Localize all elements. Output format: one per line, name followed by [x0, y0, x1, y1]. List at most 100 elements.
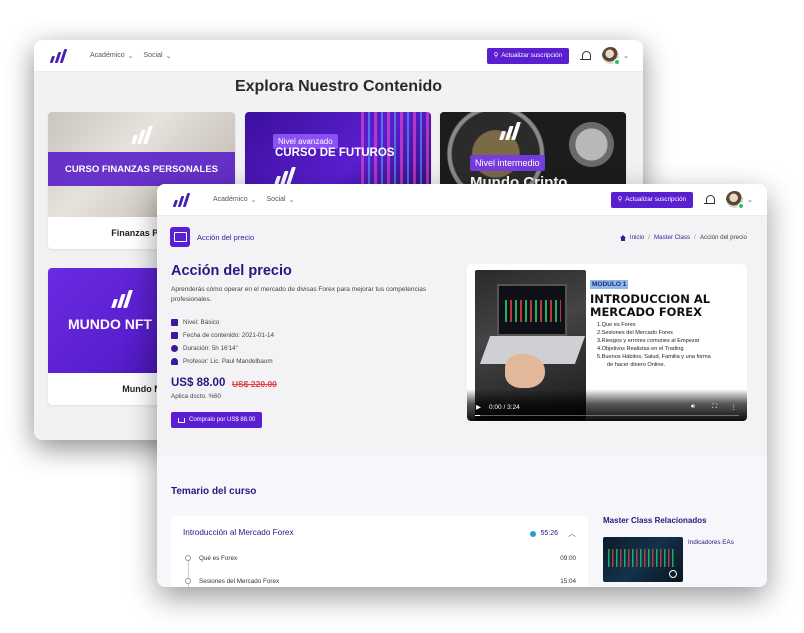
user-icon: [171, 358, 178, 365]
course-title: Acción del precio: [171, 263, 292, 279]
chevron-down-icon: ⌄: [127, 52, 134, 60]
video-heading-line2: MERCADO FOREX: [590, 304, 703, 319]
course-teacher: Profesor: Lic. Paul Mandelbaum: [171, 358, 273, 365]
nav-social[interactable]: Social ⌄: [267, 196, 295, 204]
cart-icon: [178, 417, 185, 423]
upgrade-subscription-button[interactable]: ⚲ Actualizar suscripción: [486, 47, 570, 64]
section-duration-text: 55:26: [540, 530, 558, 537]
course-old-price: US$ 220.00: [232, 379, 277, 389]
related-title: Master Class Relacionados: [603, 516, 707, 525]
nav-social[interactable]: Social ⌄: [144, 52, 172, 60]
breadcrumb-section[interactable]: Master Class: [654, 234, 690, 241]
syllabus-title: Temario del curso: [171, 486, 257, 497]
lesson-bullet-icon: [185, 578, 191, 584]
brand-logo-icon[interactable]: [49, 48, 71, 63]
nav-academico[interactable]: Académico ⌄: [90, 52, 134, 60]
chevron-down-icon: ⌄: [288, 196, 295, 204]
nav-academico-label: Académico: [213, 196, 248, 203]
video-controls: ▶ 0:00 / 3:24 🔊︎ ⛶ ⋮: [467, 389, 747, 421]
breadcrumb: Inicio / Master Class / Acción del preci…: [619, 234, 747, 241]
chevron-down-icon[interactable]: ⌄: [623, 52, 629, 60]
related-thumbnail[interactable]: [603, 537, 683, 582]
clock-icon: [530, 530, 537, 537]
lesson-name: Sesiones del Mercado Forex: [199, 578, 280, 585]
volume-icon[interactable]: 🔊︎: [691, 403, 695, 411]
bell-icon[interactable]: [580, 50, 592, 62]
nav-social-label: Social: [143, 52, 163, 59]
list-item: 2.Sesiones del Mercado Forex: [597, 330, 673, 337]
lesson-name: Qué es Forex: [199, 555, 238, 562]
chevron-down-icon: ⌄: [250, 196, 257, 204]
upgrade-subscription-button[interactable]: ⚲ Actualizar suscripción: [610, 191, 694, 208]
badge-icon: ⚲: [617, 196, 623, 203]
nav-academico[interactable]: Académico ⌄: [213, 196, 257, 204]
brand-logo-icon[interactable]: [172, 192, 194, 207]
course-big-title: MUNDO NFT: [68, 316, 152, 332]
list-item: de hacer dinero Online.: [607, 362, 666, 369]
chevron-down-icon: ⌄: [165, 52, 172, 60]
course-teacher-text: Profesor: Lic. Paul Mandelbaum: [183, 358, 273, 365]
section-title: Acción del precio: [197, 233, 255, 242]
video-player[interactable]: MODULO 1 INTRODUCCION AL MERCADO FOREX 1…: [467, 264, 747, 421]
list-item: 1.Que es Forex: [597, 322, 636, 328]
accordion-section-title[interactable]: Introducción al Mercado Forex: [183, 528, 294, 537]
list-item: 5.Buenos Hábitos, Salud, Familia y una f…: [597, 354, 711, 361]
top-nav: Académico ⌄ Social ⌄ ⚲ Actualizar suscri…: [157, 184, 767, 216]
online-status-dot: [738, 203, 745, 209]
lesson-duration: 09:00: [560, 555, 576, 562]
buy-button[interactable]: Compralo por US$ 88.00: [171, 412, 263, 428]
level-badge: Nivel intermedio: [470, 155, 545, 171]
breadcrumb-current: Acción del precio: [699, 234, 747, 241]
classroom-icon: [170, 227, 190, 247]
course-level: Nivel: Básico: [171, 319, 219, 326]
play-icon[interactable]: ▶: [476, 403, 481, 411]
play-icon: [669, 570, 677, 578]
buy-button-label: Compralo por US$ 88.00: [189, 417, 256, 423]
chevron-up-icon[interactable]: ︿: [568, 528, 576, 539]
page-title: Explora Nuestro Contenido: [234, 78, 443, 95]
front-window: Académico ⌄ Social ⌄ ⚲ Actualizar suscri…: [157, 184, 767, 587]
top-nav: Académico ⌄ Social ⌄ ⚲ Actualizar suscri…: [34, 40, 643, 72]
marketing-composite: Académico ⌄ Social ⌄ ⚲ Actualizar suscri…: [0, 0, 804, 633]
course-big-title: CURSO DE FUTUROS: [275, 147, 395, 159]
lesson-bullet-icon: [185, 555, 191, 561]
video-time: 0:00 / 3:24: [489, 404, 520, 411]
video-heading: INTRODUCCION AL MERCADO FOREX: [590, 293, 710, 318]
badge-icon: ⚲: [493, 52, 499, 59]
course-discount: Aplica dscto. %60: [171, 393, 222, 400]
chevron-down-icon[interactable]: ⌄: [747, 196, 753, 204]
fullscreen-icon[interactable]: ⛶: [712, 403, 717, 411]
nav-academico-label: Académico: [90, 52, 125, 59]
bell-icon[interactable]: [704, 194, 716, 206]
nav-social-label: Social: [266, 196, 286, 203]
brand-logo-icon: [111, 290, 135, 308]
course-band-title: CURSO FINANZAS PERSONALES: [48, 152, 235, 186]
course-level-text: Nivel: Básico: [183, 319, 220, 326]
brand-logo-icon: [131, 126, 155, 144]
course-duration: Duración: 5h 16'14": [171, 345, 238, 352]
course-date: Fecha de contenido: 2021-01-14: [171, 332, 274, 339]
more-options-icon[interactable]: ⋮: [731, 403, 738, 411]
brand-logo-icon: [274, 167, 298, 185]
related-item-title[interactable]: Indicadores EAs: [688, 539, 734, 546]
calendar-icon: [171, 332, 178, 339]
course-date-text: Fecha de contenido: 2021-01-14: [183, 332, 275, 339]
video-heading-line1: INTRODUCCION AL: [590, 292, 711, 306]
accordion-section-duration: 55:26 ︿: [530, 528, 576, 539]
upgrade-subscription-label: Actualizar suscripción: [625, 196, 687, 203]
brand-logo-icon: [499, 122, 523, 140]
course-duration-text: Duración: 5h 16'14": [183, 345, 238, 352]
list-item: 4.Objetivos Realistas en el Trading: [597, 346, 684, 353]
video-progress-bar[interactable]: [475, 414, 739, 416]
module-tag: MODULO 1: [590, 280, 629, 289]
home-icon[interactable]: [619, 234, 626, 241]
breadcrumb-home[interactable]: Inicio: [630, 234, 644, 241]
avatar[interactable]: [602, 47, 621, 65]
online-status-dot: [614, 59, 621, 65]
lesson-duration: 15:04: [560, 578, 576, 585]
course-description: Aprenderás cómo operar en el mercado de …: [171, 286, 427, 303]
video-topic-list: 1.Que es Forex 2.Sesiones del Mercado Fo…: [597, 321, 711, 370]
course-price: US$ 88.00: [171, 377, 226, 389]
upgrade-subscription-label: Actualizar suscripción: [501, 52, 563, 59]
avatar[interactable]: [726, 191, 745, 209]
